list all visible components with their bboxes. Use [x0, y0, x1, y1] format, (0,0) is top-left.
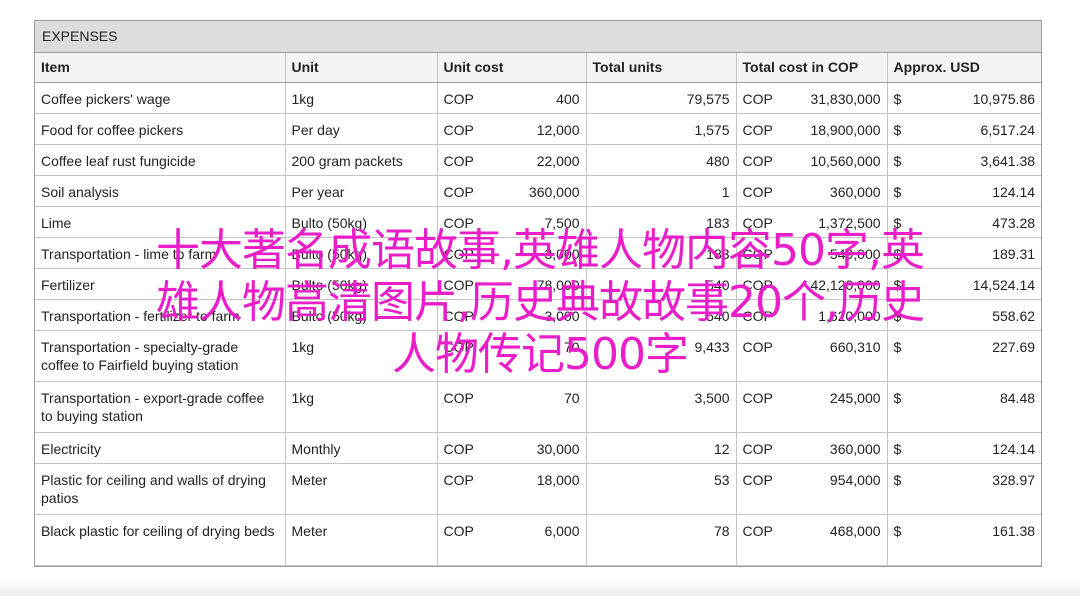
cell-currency: COP [736, 175, 791, 207]
cell-unit-cost: 360,000 [491, 175, 587, 207]
cell-total-cost: 245,000 [790, 381, 888, 433]
col-header-total-cost: Total cost in COP [736, 53, 888, 83]
cell-item: Coffee leaf rust fungicide [35, 144, 286, 176]
cell-currency: $ [887, 113, 916, 145]
cell-unit-cost: 6,000 [491, 514, 587, 566]
cell-total-units: 78 [586, 514, 737, 566]
cell-unit-cost: 30,000 [491, 432, 587, 464]
cell-unit: 1kg [285, 82, 438, 114]
cell-unit: Meter [285, 514, 438, 566]
overlay-line: 十大著名成语故事,英雄人物内容50字,英 [156, 225, 925, 276]
cell-item: Electricity [35, 432, 286, 464]
cell-unit: Monthly [285, 432, 438, 464]
section-title: EXPENSES [35, 21, 1041, 53]
cell-currency: COP [437, 175, 491, 207]
cell-total-units: 1 [586, 175, 737, 207]
cell-currency: COP [736, 381, 791, 433]
col-header-usd: Approx. USD [887, 53, 1042, 83]
col-header-item: Item [35, 53, 286, 83]
table-row: Coffee pickers' wage 1kg COP 400 79,575 COP 31… [35, 82, 1042, 114]
table-row: Soil analysis Per year COP 360,000 1 COP 360,0… [35, 175, 1042, 207]
cell-item: Plastic for ceiling and walls of drying … [35, 463, 286, 515]
cell-total-units: 480 [586, 144, 737, 176]
cell-currency: $ [887, 432, 916, 464]
cell-total-units: 12 [586, 432, 737, 464]
cell-unit-cost: 70 [491, 381, 587, 433]
cell-currency: COP [437, 144, 491, 176]
cell-unit: 1kg [285, 381, 438, 433]
overlay-line: 人物传记500字 [392, 329, 689, 380]
cell-total-cost: 360,000 [790, 432, 888, 464]
cell-usd: 124.14 [915, 175, 1042, 207]
cell-currency: $ [887, 463, 916, 515]
cell-currency: $ [887, 381, 916, 433]
cell-total-cost: 468,000 [790, 514, 888, 566]
table-row: Plastic for ceiling and walls of drying … [35, 463, 1042, 515]
cell-item: Black plastic for ceiling of drying beds [35, 514, 286, 566]
header-row: Item Unit Unit cost Total units Total co… [35, 53, 1042, 83]
cell-currency: COP [437, 381, 491, 433]
cell-currency: $ [887, 144, 916, 176]
cell-item: Transportation - export-grade coffee to … [35, 381, 286, 433]
cell-item: Coffee pickers' wage [35, 82, 286, 114]
bottom-shade [0, 578, 1080, 596]
cell-usd: 328.97 [915, 463, 1042, 515]
cell-currency: $ [887, 82, 916, 114]
col-header-unit-cost: Unit cost [437, 53, 587, 83]
cell-usd: 124.14 [915, 432, 1042, 464]
cell-unit: Meter [285, 463, 438, 515]
table-row: Food for coffee pickers Per day COP 12,000 1… [35, 113, 1042, 145]
cell-currency: COP [736, 144, 791, 176]
cell-unit-cost: 18,000 [491, 463, 587, 515]
cell-currency: COP [437, 82, 491, 114]
cell-total-cost: 10,560,000 [790, 144, 888, 176]
cell-total-cost: 31,830,000 [790, 82, 888, 114]
cell-usd: 84.48 [915, 381, 1042, 433]
cell-currency: COP [736, 82, 791, 114]
cell-currency: COP [736, 514, 791, 566]
cell-unit-cost: 22,000 [491, 144, 587, 176]
col-header-unit: Unit [285, 53, 438, 83]
cell-currency: COP [437, 514, 491, 566]
cell-total-cost: 360,000 [790, 175, 888, 207]
cell-unit-cost: 12,000 [491, 113, 587, 145]
table-row: Coffee leaf rust fungicide 200 gram packe… [35, 144, 1042, 176]
cell-currency: $ [887, 175, 916, 207]
cell-currency: COP [736, 463, 791, 515]
cell-unit: Per day [285, 113, 438, 145]
cell-unit-cost: 400 [491, 82, 587, 114]
cell-total-units: 53 [586, 463, 737, 515]
overlay-line: 雄人物高清图片,历史典故故事20个,历史 [156, 277, 925, 328]
table-row: Black plastic for ceiling of drying beds… [35, 514, 1042, 566]
table-row: Transportation - export-grade coffee to … [35, 381, 1042, 433]
watermark-overlay-text: 十大著名成语故事,英雄人物内容50字,英 雄人物高清图片,历史典故故事20个,历… [0, 225, 1080, 381]
cell-usd: 10,975.86 [915, 82, 1042, 114]
cell-item: Food for coffee pickers [35, 113, 286, 145]
table-row: Electricity Monthly COP 30,000 12 COP 360,000 $… [35, 432, 1042, 464]
cell-total-cost: 18,900,000 [790, 113, 888, 145]
cell-currency: COP [736, 432, 791, 464]
cell-currency: $ [887, 514, 916, 566]
cell-unit: Per year [285, 175, 438, 207]
cell-usd: 161.38 [915, 514, 1042, 566]
cell-total-units: 1,575 [586, 113, 737, 145]
col-header-total-units: Total units [586, 53, 737, 83]
cell-unit: 200 gram packets [285, 144, 438, 176]
cell-usd: 3,641.38 [915, 144, 1042, 176]
cell-item: Soil analysis [35, 175, 286, 207]
cell-currency: COP [437, 432, 491, 464]
cell-total-units: 79,575 [586, 82, 737, 114]
cell-currency: COP [437, 113, 491, 145]
cell-total-units: 3,500 [586, 381, 737, 433]
cell-currency: COP [736, 113, 791, 145]
cell-usd: 6,517.24 [915, 113, 1042, 145]
cell-total-cost: 954,000 [790, 463, 888, 515]
cell-currency: COP [437, 463, 491, 515]
